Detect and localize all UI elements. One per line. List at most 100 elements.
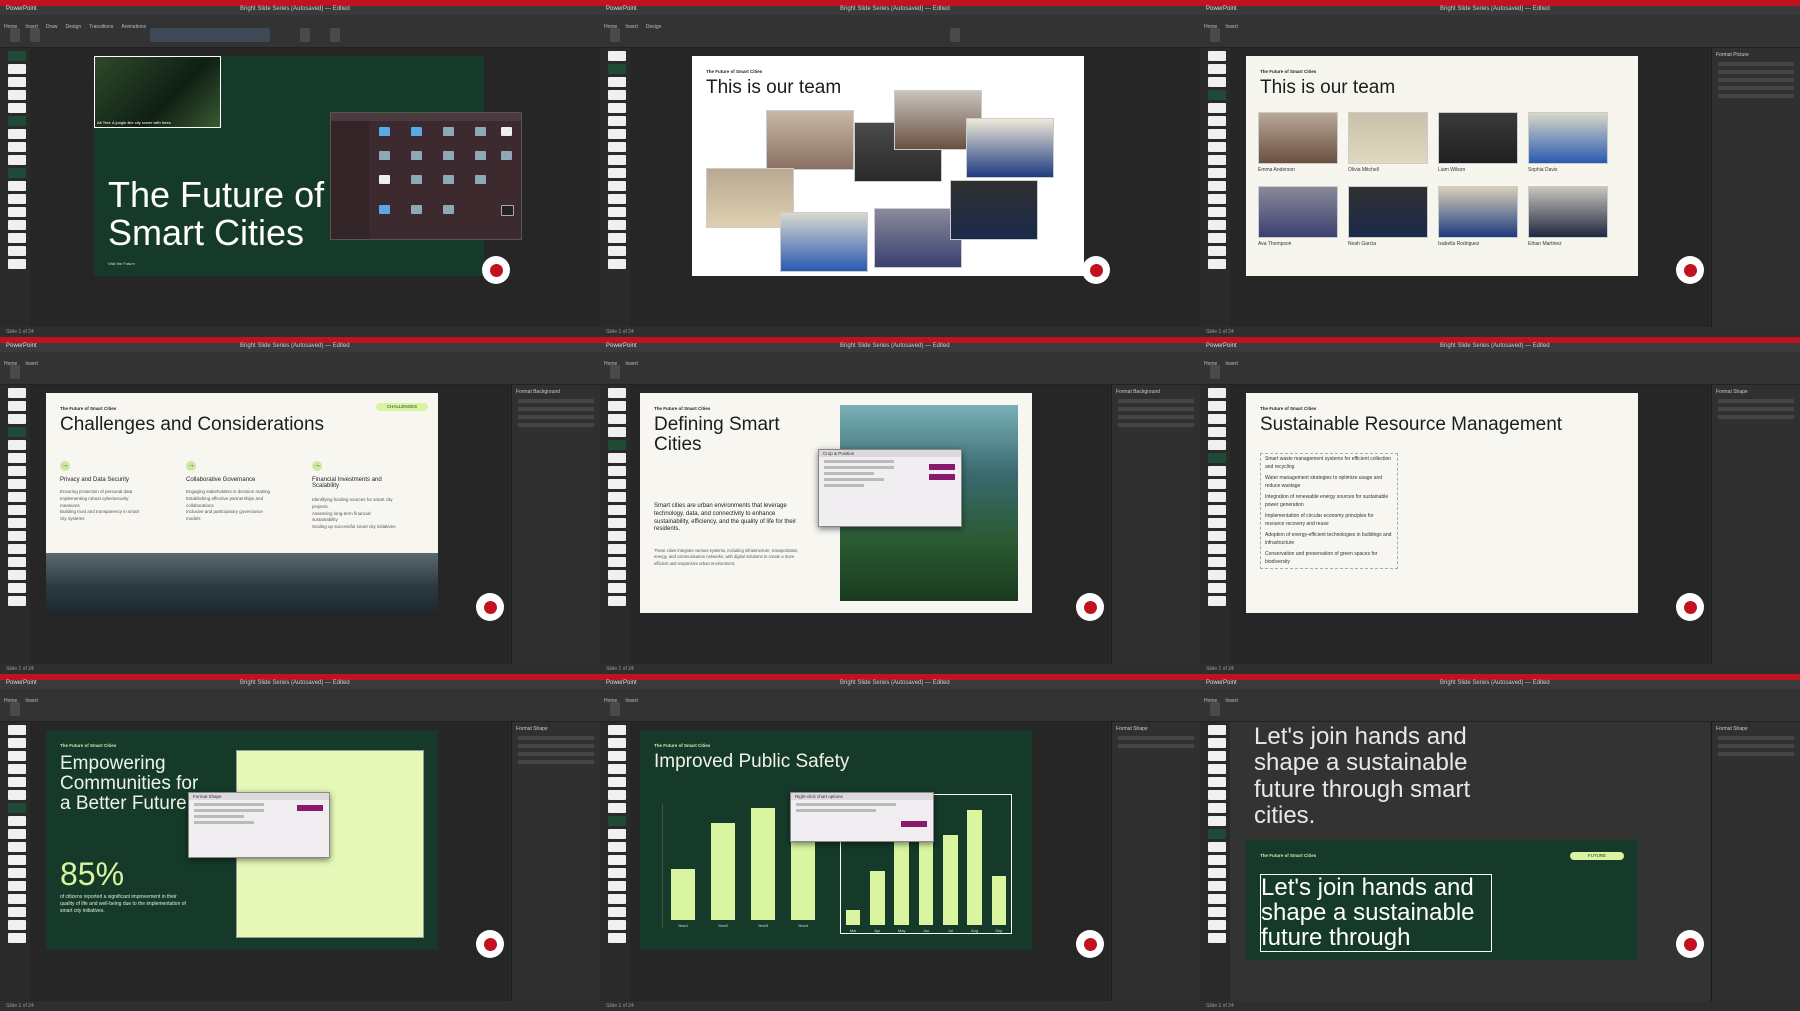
slide-thumb[interactable] — [608, 246, 626, 256]
slide-thumb[interactable] — [608, 868, 626, 878]
slide-thumb[interactable] — [8, 90, 26, 100]
file-icon[interactable] — [475, 127, 486, 136]
paste-icon[interactable] — [610, 702, 620, 716]
slide-thumb[interactable] — [1208, 570, 1226, 580]
paste-icon[interactable] — [1210, 28, 1220, 42]
slide-thumb[interactable] — [608, 764, 626, 774]
slide-thumb[interactable] — [8, 155, 26, 165]
ribbon-tab[interactable]: Animations — [121, 24, 146, 30]
slide-thumb[interactable] — [608, 453, 626, 463]
dialog-field[interactable] — [824, 472, 874, 475]
app-name[interactable]: PowerPoint — [6, 343, 37, 349]
file-icon[interactable] — [411, 175, 422, 184]
slide-thumb[interactable] — [8, 790, 26, 800]
chart-bar[interactable] — [991, 876, 1007, 925]
slide-thumb[interactable] — [608, 388, 626, 398]
ribbon-tab[interactable]: Insert — [25, 698, 38, 704]
slide-title[interactable]: Defining Smart Cities — [654, 415, 814, 455]
slide-thumb[interactable] — [1208, 855, 1226, 865]
slide-thumb[interactable] — [608, 440, 626, 450]
slide-canvas[interactable]: The Future of Smart Cities Empowering Co… — [30, 722, 510, 1001]
slide-thumb[interactable] — [8, 492, 26, 502]
format-panel[interactable]: Format Picture — [1711, 48, 1800, 327]
slide[interactable]: The Future of Smart Cities This is our t… — [1246, 56, 1638, 276]
team-photo[interactable] — [1438, 186, 1518, 238]
slide-thumb[interactable] — [608, 207, 626, 217]
panel-row[interactable] — [1718, 70, 1794, 74]
slide-thumb[interactable] — [8, 557, 26, 567]
slide-thumb[interactable] — [8, 259, 26, 269]
ribbon-tab[interactable]: Insert — [25, 361, 38, 367]
file-icon[interactable] — [475, 175, 486, 184]
slide-thumb[interactable] — [8, 116, 26, 126]
new-slide-icon[interactable] — [30, 28, 40, 42]
slide-thumb[interactable] — [8, 440, 26, 450]
team-photo[interactable] — [966, 118, 1054, 178]
team-photo[interactable] — [1528, 112, 1608, 164]
app-name[interactable]: PowerPoint — [1206, 343, 1237, 349]
team-photo[interactable] — [1528, 186, 1608, 238]
slide-thumb[interactable] — [608, 492, 626, 502]
panel-row[interactable] — [1718, 736, 1794, 740]
ribbon-tab[interactable]: Transitions — [89, 24, 113, 30]
panel-row[interactable] — [1118, 415, 1194, 419]
slide-canvas[interactable]: The Future of Smart Cities Defining Smar… — [630, 385, 1110, 664]
ok-button[interactable] — [297, 805, 323, 811]
chart-bar[interactable] — [751, 808, 775, 920]
team-photo[interactable] — [950, 180, 1038, 240]
arrange-icon[interactable] — [300, 28, 310, 42]
slide-thumb[interactable] — [8, 220, 26, 230]
app-name[interactable]: PowerPoint — [6, 680, 37, 686]
slide-thumb[interactable] — [1208, 168, 1226, 178]
slide-thumb[interactable] — [1208, 233, 1226, 243]
app-name[interactable]: PowerPoint — [1206, 680, 1237, 686]
slide-thumb[interactable] — [1208, 894, 1226, 904]
slide-thumb[interactable] — [8, 194, 26, 204]
slide-thumb[interactable] — [608, 570, 626, 580]
ribbon-tab[interactable]: Insert — [1225, 24, 1238, 30]
app-name[interactable]: PowerPoint — [1206, 6, 1237, 12]
panel-row[interactable] — [1718, 62, 1794, 66]
slide-thumb[interactable] — [8, 570, 26, 580]
app-name[interactable]: PowerPoint — [606, 680, 637, 686]
slide-thumb[interactable] — [1208, 557, 1226, 567]
panel-row[interactable] — [518, 415, 594, 419]
slide-thumb[interactable] — [1208, 764, 1226, 774]
slide-thumb[interactable] — [608, 855, 626, 865]
slide-thumb[interactable] — [1208, 90, 1226, 100]
slide-thumb[interactable] — [8, 246, 26, 256]
slide[interactable]: The Future of Smart Cities Sustainable R… — [1246, 393, 1638, 613]
slide-thumb[interactable] — [1208, 142, 1226, 152]
slide-thumb[interactable] — [1208, 777, 1226, 787]
ribbon-tab[interactable]: Insert — [1225, 698, 1238, 704]
slide-thumb[interactable] — [1208, 129, 1226, 139]
slide-thumb[interactable] — [8, 907, 26, 917]
cancel-button[interactable] — [929, 474, 955, 480]
chart-bar[interactable] — [943, 835, 958, 925]
ribbon-tab[interactable]: Design — [66, 24, 82, 30]
slide-thumb[interactable] — [608, 816, 626, 826]
finder-toolbar[interactable] — [331, 113, 521, 121]
file-icon[interactable] — [501, 151, 512, 160]
slide-thumbnails[interactable] — [0, 722, 31, 1001]
slide[interactable]: The Future of Smart Cities FUTURE Let's … — [1246, 840, 1638, 960]
dialog-field[interactable] — [824, 460, 894, 463]
ribbon-tab[interactable]: Insert — [625, 698, 638, 704]
app-name[interactable]: PowerPoint — [606, 343, 637, 349]
paste-icon[interactable] — [610, 28, 620, 42]
slide-thumb[interactable] — [1208, 479, 1226, 489]
style-gallery[interactable] — [150, 28, 270, 42]
slide-thumbnails[interactable] — [0, 385, 31, 664]
panel-row[interactable] — [1718, 399, 1794, 403]
dialog-field[interactable] — [194, 821, 254, 824]
slide-thumb[interactable] — [8, 142, 26, 152]
slide-thumb[interactable] — [8, 738, 26, 748]
slide-thumb[interactable] — [8, 531, 26, 541]
dialog-field[interactable] — [824, 484, 864, 487]
paste-icon[interactable] — [1210, 365, 1220, 379]
panel-row[interactable] — [1718, 407, 1794, 411]
app-name[interactable]: PowerPoint — [6, 6, 37, 12]
slide-thumb[interactable] — [8, 933, 26, 943]
slide-thumb[interactable] — [1208, 427, 1226, 437]
file-icon[interactable] — [379, 175, 390, 184]
